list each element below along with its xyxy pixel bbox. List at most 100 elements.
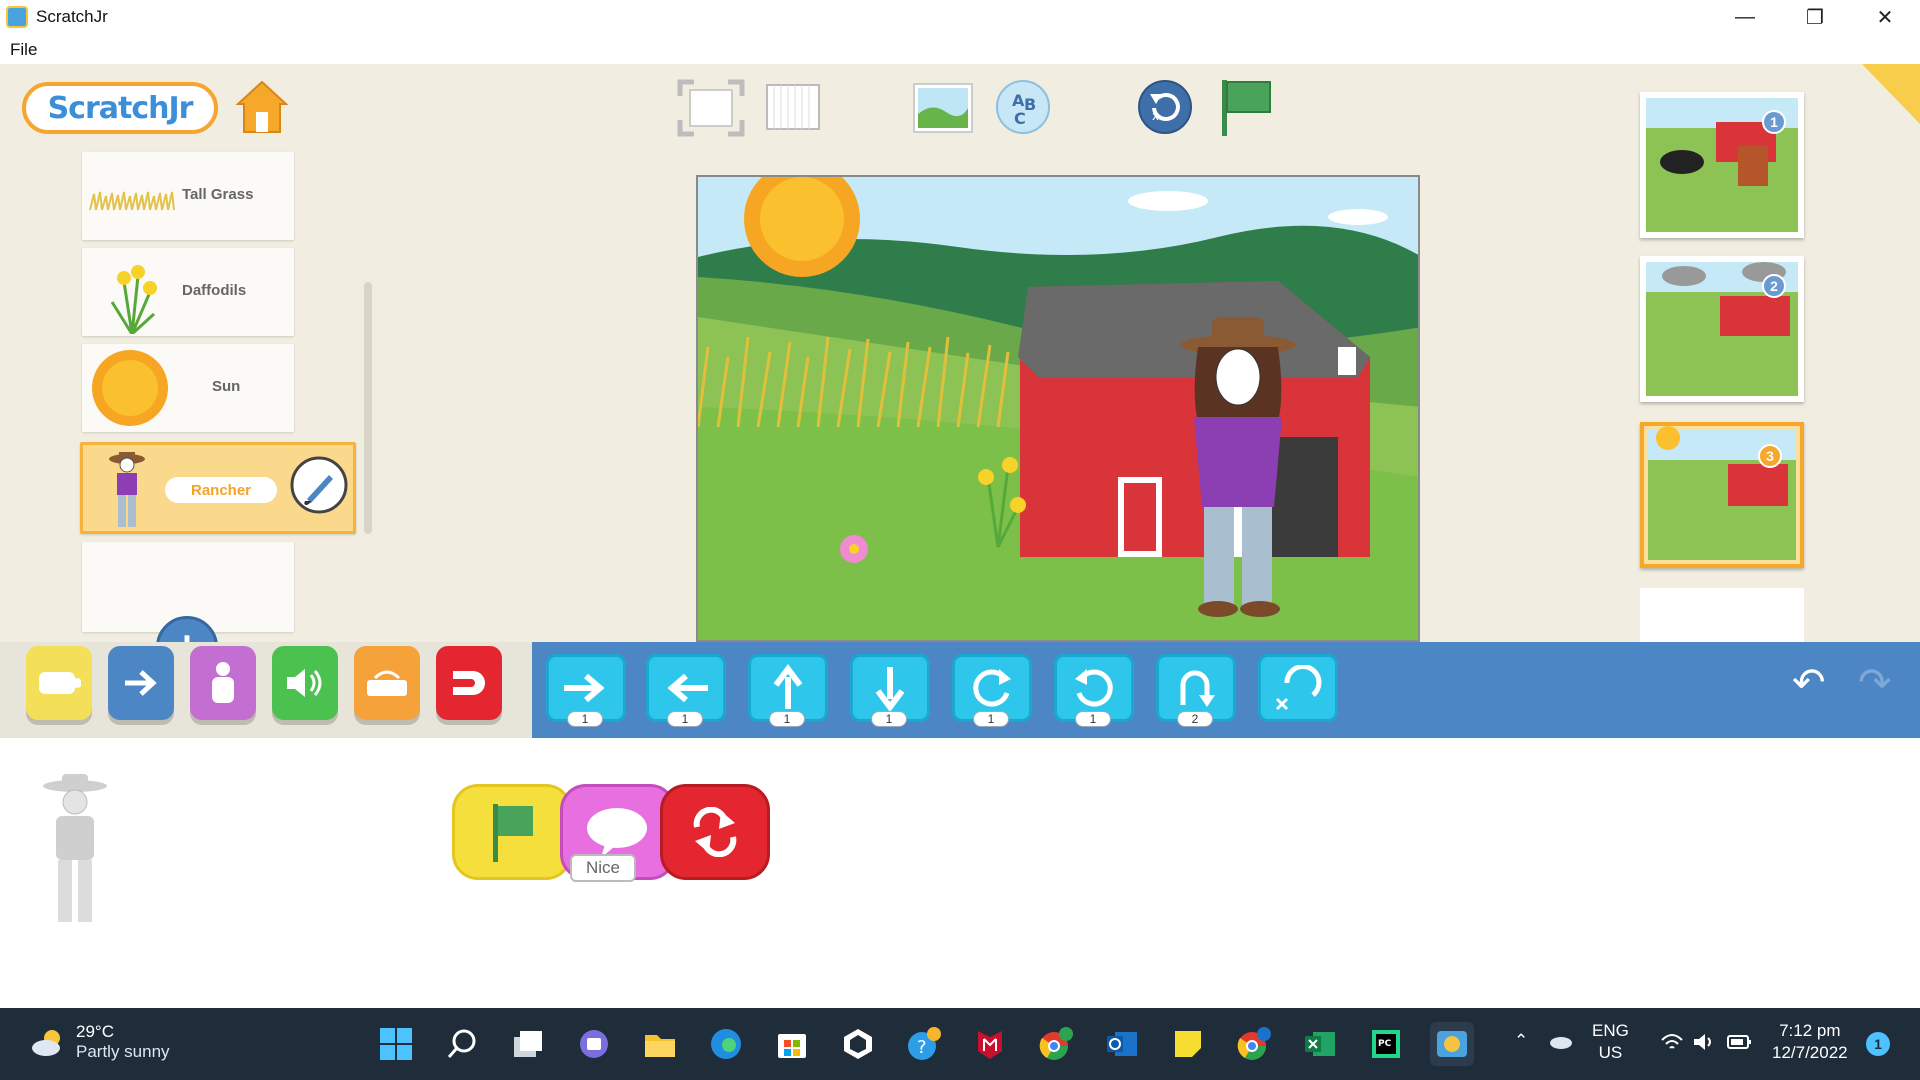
motion-category-icon — [125, 670, 157, 696]
move-up-block[interactable]: 1 — [748, 654, 828, 727]
window-title: ScratchJr — [36, 7, 108, 26]
help-icon[interactable]: ? — [902, 1022, 946, 1066]
chat-icon[interactable] — [572, 1022, 616, 1066]
add-text-icon[interactable]: A B C — [994, 78, 1052, 136]
turn-right-icon — [973, 669, 1011, 707]
turn-left-icon — [1075, 669, 1113, 707]
pycharm-icon[interactable]: PC — [1364, 1022, 1408, 1066]
scratchjr-taskbar-icon[interactable] — [1430, 1022, 1474, 1066]
menu-file[interactable]: File — [10, 40, 37, 60]
search-icon[interactable] — [440, 1022, 484, 1066]
show-hidden-icons-icon[interactable]: ⌃ — [1514, 1030, 1528, 1052]
grid-icon[interactable] — [764, 82, 822, 134]
volume-icon[interactable] — [1692, 1032, 1716, 1058]
title-bar: ScratchJr — ❐ ✕ — [0, 0, 1920, 34]
reset-characters-icon[interactable]: x — [1136, 78, 1194, 136]
move-right-block[interactable]: 1 — [546, 654, 626, 727]
svg-text:C: C — [1014, 109, 1026, 128]
green-flag-icon — [493, 804, 533, 862]
chrome-icon[interactable] — [1034, 1022, 1078, 1066]
sprite-label: Sun — [212, 378, 241, 395]
notification-badge[interactable]: 1 — [1866, 1032, 1890, 1056]
turn-right-block[interactable]: 1 — [952, 654, 1032, 727]
start-icon[interactable] — [374, 1022, 418, 1066]
onedrive-icon[interactable] — [1548, 1032, 1574, 1056]
block-value[interactable]: 1 — [1075, 711, 1111, 727]
svg-text:B: B — [1024, 95, 1036, 114]
looks-category-icon — [212, 662, 234, 703]
svg-text:?: ? — [917, 1037, 927, 1058]
svg-text:PC: PC — [1378, 1039, 1392, 1049]
category-looks[interactable] — [190, 646, 256, 720]
page-thumb-3[interactable]: 3 — [1640, 422, 1804, 568]
go-home-icon — [1275, 665, 1322, 711]
weather-widget[interactable]: 29°C Partly sunny — [28, 1022, 170, 1062]
hop-block[interactable]: 2 — [1156, 654, 1236, 727]
block-value[interactable]: 1 — [973, 711, 1009, 727]
green-flag-icon[interactable] — [1218, 76, 1276, 138]
move-down-block[interactable]: 1 — [850, 654, 930, 727]
undo-icon[interactable]: ↶ — [1792, 660, 1826, 706]
scripts-area[interactable]: Nice — [0, 738, 1920, 1008]
sprite-sun[interactable]: Sun — [82, 344, 294, 432]
block-value[interactable]: 1 — [871, 711, 907, 727]
close-button[interactable]: ✕ — [1850, 0, 1920, 34]
category-end[interactable] — [436, 646, 502, 720]
clock-date: 12/7/2022 — [1772, 1043, 1848, 1062]
sticky-notes-icon[interactable] — [1166, 1022, 1210, 1066]
change-background-icon[interactable] — [912, 82, 974, 136]
category-motion[interactable] — [108, 646, 174, 720]
category-control[interactable] — [354, 646, 420, 720]
mcafee-icon[interactable] — [968, 1022, 1012, 1066]
menu-bar: File — [0, 34, 1920, 64]
sprite-tall-grass[interactable]: Tall Grass — [82, 152, 294, 240]
battery-icon[interactable] — [1726, 1032, 1752, 1058]
stage[interactable] — [696, 175, 1420, 642]
language-indicator[interactable]: ENG US — [1592, 1020, 1629, 1064]
category-sound[interactable] — [272, 646, 338, 720]
tall-grass-thumbnail — [89, 191, 175, 210]
home-icon[interactable] — [234, 78, 290, 136]
file-explorer-icon[interactable] — [638, 1022, 682, 1066]
edge-icon[interactable] — [704, 1022, 748, 1066]
restore-button[interactable]: ❐ — [1780, 0, 1850, 34]
chrome-profile-icon[interactable] — [1232, 1022, 1276, 1066]
block-value[interactable]: 1 — [567, 711, 603, 727]
task-view-icon[interactable] — [506, 1022, 550, 1066]
clock[interactable]: 7:12 pm 12/7/2022 — [1772, 1020, 1848, 1064]
move-up-icon — [773, 664, 803, 709]
sprite-daffodils[interactable]: Daffodils — [82, 248, 294, 336]
sprite-list-scrollbar[interactable] — [364, 282, 372, 534]
fullscreen-icon[interactable] — [676, 78, 746, 138]
go-home-block[interactable] — [1258, 654, 1338, 722]
wifi-icon[interactable] — [1660, 1032, 1684, 1058]
say-text-field[interactable]: Nice — [570, 854, 636, 882]
green-flag-trigger-block[interactable] — [452, 784, 572, 880]
page-number: 3 — [1758, 444, 1782, 468]
paint-editor-icon[interactable] — [289, 455, 349, 515]
block-value[interactable]: 2 — [1177, 711, 1213, 727]
page-empty-slot[interactable] — [1640, 588, 1804, 642]
page-thumb-2[interactable]: 2 — [1640, 256, 1804, 402]
scratchjr-editor: ScratchJr A B C x Tall Grass Daffodils S… — [0, 64, 1920, 678]
move-left-block[interactable]: 1 — [646, 654, 726, 727]
outlook-icon[interactable] — [1100, 1022, 1144, 1066]
page-number: 1 — [1762, 110, 1786, 134]
page-thumb-1[interactable]: 1 — [1640, 92, 1804, 238]
sprite-name-label[interactable]: Rancher — [165, 477, 277, 503]
rancher-silhouette — [43, 774, 107, 922]
app-hex-icon[interactable] — [836, 1022, 880, 1066]
block-value[interactable]: 1 — [769, 711, 805, 727]
redo-icon[interactable]: ↷ — [1858, 660, 1892, 706]
category-triggering[interactable] — [26, 646, 92, 720]
windows-taskbar: 29°C Partly sunny ? PC ⌃ ENG US 7:12 pm … — [0, 1008, 1920, 1080]
minimize-button[interactable]: — — [1710, 0, 1780, 34]
block-value[interactable]: 1 — [667, 711, 703, 727]
excel-icon[interactable] — [1298, 1022, 1342, 1066]
turn-left-block[interactable]: 1 — [1054, 654, 1134, 727]
repeat-forever-block[interactable] — [660, 784, 770, 880]
repeat-forever-icon — [693, 807, 737, 857]
store-icon[interactable] — [770, 1022, 814, 1066]
sprite-label: Daffodils — [182, 282, 247, 299]
sprite-rancher[interactable]: Rancher — [80, 442, 356, 534]
